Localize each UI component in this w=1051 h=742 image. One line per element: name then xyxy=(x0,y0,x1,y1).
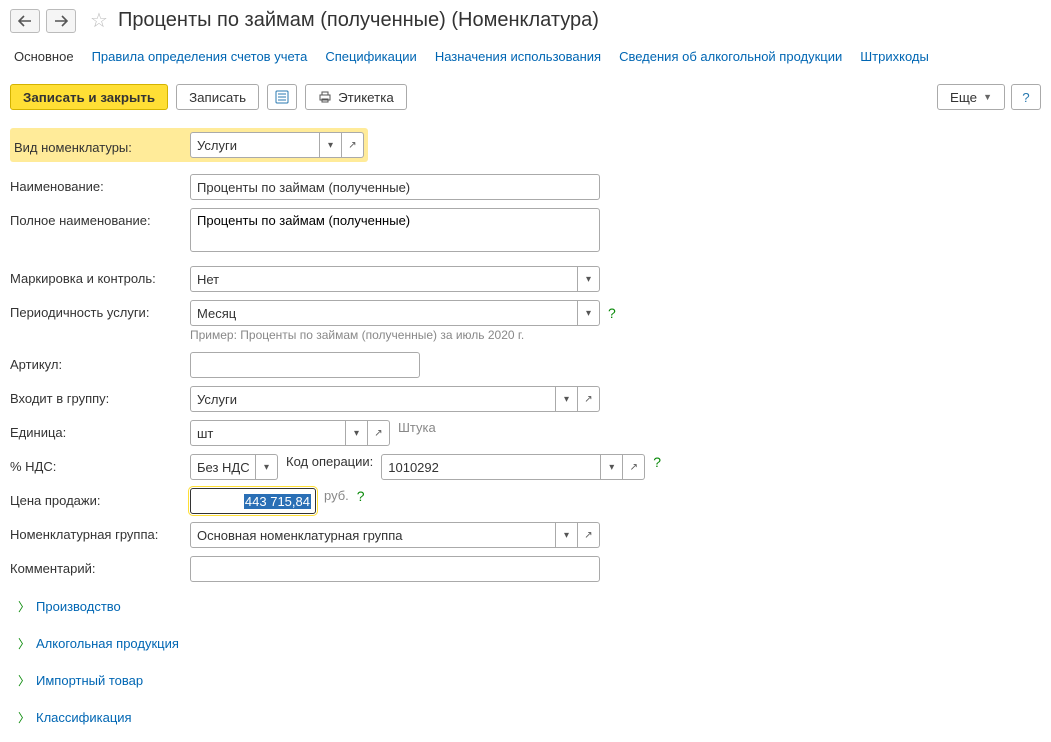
chevron-right-icon: 〉 xyxy=(18,635,30,652)
chevron-right-icon: 〉 xyxy=(18,709,30,726)
opcode-dropdown-button[interactable]: ▾ xyxy=(601,454,623,480)
vat-input[interactable] xyxy=(190,454,256,480)
print-label-button[interactable]: Этикетка xyxy=(305,84,407,110)
vat-dropdown-button[interactable]: ▾ xyxy=(256,454,278,480)
nav-forward-button[interactable] xyxy=(46,9,76,33)
periodicity-help[interactable]: ? xyxy=(608,305,616,321)
periodicity-dropdown-button[interactable]: ▾ xyxy=(578,300,600,326)
comment-label: Комментарий: xyxy=(10,556,190,576)
tab-specs[interactable]: Спецификации xyxy=(325,49,417,66)
unit-suffix: Штука xyxy=(398,420,436,435)
nomgroup-open-button[interactable]: ↗ xyxy=(578,522,600,548)
unit-input[interactable] xyxy=(190,420,346,446)
tabs-bar: Основное Правила определения счетов учет… xyxy=(10,43,1041,72)
periodicity-hint: Пример: Проценты по займам (полученные) … xyxy=(190,328,616,342)
toolbar: Записать и закрыть Записать Этикетка Еще… xyxy=(10,84,1041,110)
marking-input[interactable] xyxy=(190,266,578,292)
nomgroup-dropdown-button[interactable]: ▾ xyxy=(556,522,578,548)
printer-icon xyxy=(318,90,332,104)
save-button[interactable]: Записать xyxy=(176,84,259,110)
unit-dropdown-button[interactable]: ▾ xyxy=(346,420,368,446)
tab-alcohol[interactable]: Сведения об алкогольной продукции xyxy=(619,49,842,66)
chevron-right-icon: 〉 xyxy=(18,598,30,615)
group-input[interactable] xyxy=(190,386,556,412)
marking-label: Маркировка и контроль: xyxy=(10,266,190,286)
help-button[interactable]: ? xyxy=(1011,84,1041,110)
periodicity-label: Периодичность услуги: xyxy=(10,300,190,320)
sku-input[interactable] xyxy=(190,352,420,378)
nav-back-button[interactable] xyxy=(10,9,40,33)
group-open-button[interactable]: ↗ xyxy=(578,386,600,412)
price-label: Цена продажи: xyxy=(10,488,190,508)
tab-accounts[interactable]: Правила определения счетов учета xyxy=(92,49,308,66)
price-value: 443 715,84 xyxy=(244,494,311,509)
section-classification[interactable]: 〉 Классификация xyxy=(10,705,1041,730)
type-row-highlight: Вид номенклатуры: ▾ ↗ xyxy=(10,128,368,162)
comment-input[interactable] xyxy=(190,556,600,582)
fullname-textarea[interactable]: Проценты по займам (полученные) xyxy=(190,208,600,252)
chevron-right-icon: 〉 xyxy=(18,672,30,689)
tab-main[interactable]: Основное xyxy=(14,49,74,66)
price-help[interactable]: ? xyxy=(357,488,365,504)
type-input[interactable] xyxy=(190,132,320,158)
section-import[interactable]: 〉 Импортный товар xyxy=(10,668,1041,693)
sku-label: Артикул: xyxy=(10,352,190,372)
group-dropdown-button[interactable]: ▾ xyxy=(556,386,578,412)
name-label: Наименование: xyxy=(10,174,190,194)
tab-usage[interactable]: Назначения использования xyxy=(435,49,601,66)
group-label: Входит в группу: xyxy=(10,386,190,406)
type-open-button[interactable]: ↗ xyxy=(342,132,364,158)
type-dropdown-button[interactable]: ▾ xyxy=(320,132,342,158)
list-icon-button[interactable] xyxy=(267,84,297,110)
name-input[interactable] xyxy=(190,174,600,200)
unit-label: Единица: xyxy=(10,420,190,440)
opcode-help[interactable]: ? xyxy=(653,454,661,470)
opcode-open-button[interactable]: ↗ xyxy=(623,454,645,480)
nomgroup-input[interactable] xyxy=(190,522,556,548)
section-production[interactable]: 〉 Производство xyxy=(10,594,1041,619)
section-alcohol[interactable]: 〉 Алкогольная продукция xyxy=(10,631,1041,656)
vat-label: % НДС: xyxy=(10,454,190,474)
fullname-label: Полное наименование: xyxy=(10,208,190,228)
nomgroup-label: Номенклатурная группа: xyxy=(10,522,190,542)
tab-barcodes[interactable]: Штрихкоды xyxy=(860,49,929,66)
marking-dropdown-button[interactable]: ▾ xyxy=(578,266,600,292)
periodicity-input[interactable] xyxy=(190,300,578,326)
save-close-button[interactable]: Записать и закрыть xyxy=(10,84,168,110)
type-label: Вид номенклатуры: xyxy=(14,135,190,155)
chevron-down-icon: ▼ xyxy=(983,92,992,102)
price-currency: руб. xyxy=(324,488,349,503)
unit-open-button[interactable]: ↗ xyxy=(368,420,390,446)
more-button[interactable]: Еще ▼ xyxy=(937,84,1005,110)
opcode-label: Код операции: xyxy=(286,454,373,469)
price-input[interactable]: 443 715,84 xyxy=(190,488,316,514)
page-title: Проценты по займам (полученные) (Номенкл… xyxy=(118,9,599,32)
opcode-input[interactable] xyxy=(381,454,601,480)
favorite-star-icon[interactable]: ☆ xyxy=(90,8,108,33)
